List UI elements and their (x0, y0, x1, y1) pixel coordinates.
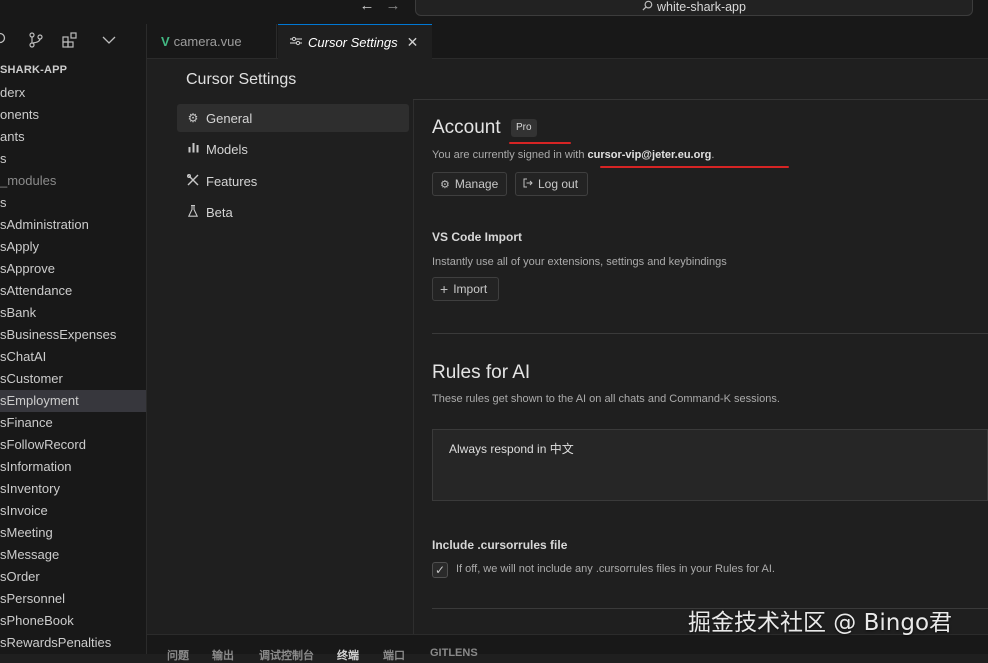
tab-label: camera.vue (173, 34, 242, 49)
tools-icon (186, 173, 200, 189)
signed-in-text: You are currently signed in with cursor-… (432, 149, 715, 161)
tree-item[interactable]: derx (0, 82, 146, 104)
tree-item[interactable]: sBank (0, 302, 146, 324)
editor-tab-bar: V camera.vue Cursor Settings ✕ (147, 24, 988, 60)
panel-tab-terminal[interactable]: 终端 (337, 647, 359, 663)
tree-item[interactable]: sAttendance (0, 280, 146, 302)
gear-icon: ⚙ (440, 178, 450, 191)
nav-label: Models (206, 141, 248, 157)
tree-item[interactable]: sPhoneBook (0, 610, 146, 632)
tree-item[interactable]: sEmployment (0, 390, 146, 412)
vscode-import-description: Instantly use all of your extensions, se… (432, 256, 727, 268)
pro-badge: Pro (511, 119, 537, 137)
bar-chart-icon (186, 142, 200, 156)
nav-label: Beta (206, 204, 233, 220)
logout-button[interactable]: Log out (515, 172, 588, 196)
tree-item[interactable]: sInventory (0, 478, 146, 500)
tree-item[interactable]: sInvoice (0, 500, 146, 522)
search-text: white-shark-app (657, 0, 746, 14)
panel-tab-output[interactable]: 输出 (212, 647, 234, 663)
tree-item[interactable]: sMessage (0, 544, 146, 566)
nav-models[interactable]: Models (177, 135, 409, 163)
panel-tab-problems[interactable]: 问题 (167, 647, 189, 663)
sidebar-actions (0, 24, 146, 58)
tree-item[interactable]: s (0, 148, 146, 170)
divider (413, 100, 414, 634)
rules-textarea[interactable]: Always respond in 中文 (432, 429, 988, 501)
logout-icon (523, 178, 533, 191)
tree-item[interactable]: sMeeting (0, 522, 146, 544)
tab-cursor-settings[interactable]: Cursor Settings ✕ (278, 24, 432, 60)
cursorrules-heading: Include .cursorrules file (432, 538, 568, 552)
flask-icon (186, 204, 200, 220)
vue-icon: V (161, 34, 170, 49)
nav-features[interactable]: Features (177, 167, 409, 195)
plus-icon: + (440, 281, 449, 297)
rules-description: These rules get shown to the AI on all c… (432, 393, 780, 405)
nav-label: Features (206, 173, 258, 189)
settings-icon (290, 36, 302, 49)
nav-general[interactable]: ⚙ General (177, 104, 409, 132)
tree-item[interactable]: sApply (0, 236, 146, 258)
chevron-down-icon[interactable] (101, 32, 117, 53)
forward-arrow-icon[interactable]: → (384, 0, 402, 14)
nav-beta[interactable]: Beta (177, 198, 409, 226)
manage-button[interactable]: ⚙ Manage (432, 172, 507, 196)
annotation-underline (509, 142, 571, 144)
account-email: cursor-vip@jeter.eu.org (587, 149, 712, 161)
settings-title: Cursor Settings (186, 71, 297, 88)
tree-item[interactable]: s (0, 192, 146, 214)
rules-heading: Rules for AI (432, 362, 531, 383)
source-control-icon[interactable] (29, 32, 43, 53)
cursorrules-checkbox[interactable]: ✓ (432, 562, 448, 578)
tree-item[interactable]: sFollowRecord (0, 434, 146, 456)
tree-item[interactable]: sInformation (0, 456, 146, 478)
settings-general-panel: Account Pro You are currently signed in … (432, 100, 988, 634)
close-icon[interactable]: ✕ (407, 34, 419, 51)
panel-tab-debug-console[interactable]: 调试控制台 (259, 647, 314, 663)
tree-item[interactable]: sApprove (0, 258, 146, 280)
account-heading: Account (432, 117, 501, 138)
project-name[interactable]: SHARK-APP (0, 64, 67, 76)
vscode-import-heading: VS Code Import (432, 230, 523, 244)
bottom-panel-tabs: 问题 输出 调试控制台 终端 端口 GITLENS (147, 634, 988, 662)
tree-item[interactable]: onents (0, 104, 146, 126)
search-icon (642, 0, 653, 14)
watermark: 掘金技术社区 @ Bingo君 (688, 610, 953, 636)
tree-item[interactable]: ants (0, 126, 146, 148)
panel-tab-gitlens[interactable]: GITLENS (430, 647, 478, 659)
tab-camera-vue[interactable]: V camera.vue (147, 24, 277, 59)
nav-label: General (206, 110, 253, 126)
tree-item[interactable]: sRewardsPenalties (0, 632, 146, 654)
import-button[interactable]: + Import (432, 277, 499, 301)
title-bar: ← → white-shark-app (0, 0, 988, 24)
tree-item[interactable]: sFinance (0, 412, 146, 434)
settings-editor: Cursor Settings ⚙ General Models Feature… (147, 59, 988, 634)
command-center-search[interactable]: white-shark-app (415, 0, 973, 16)
tree-item[interactable]: sCustomer (0, 368, 146, 390)
cursorrules-description: If off, we will not include any .cursorr… (456, 563, 775, 575)
tree-item[interactable]: sPersonnel (0, 588, 146, 610)
tree-item[interactable]: sBusinessExpenses (0, 324, 146, 346)
tree-item[interactable]: sAdministration (0, 214, 146, 236)
gear-icon: ⚙ (187, 111, 199, 125)
divider (432, 333, 988, 334)
tree-item[interactable]: sChatAI (0, 346, 146, 368)
search-icon[interactable] (0, 32, 8, 51)
tab-label: Cursor Settings (308, 35, 398, 50)
tree-item[interactable]: _modules (0, 170, 146, 192)
explorer-sidebar: SHARK-APP derx onents ants s _modules s sAdmin… (0, 24, 147, 654)
extensions-icon[interactable] (62, 32, 78, 53)
tree-item[interactable]: sOrder (0, 566, 146, 588)
panel-tab-ports[interactable]: 端口 (383, 647, 405, 663)
annotation-underline (600, 166, 789, 168)
back-arrow-icon[interactable]: ← (358, 0, 376, 14)
